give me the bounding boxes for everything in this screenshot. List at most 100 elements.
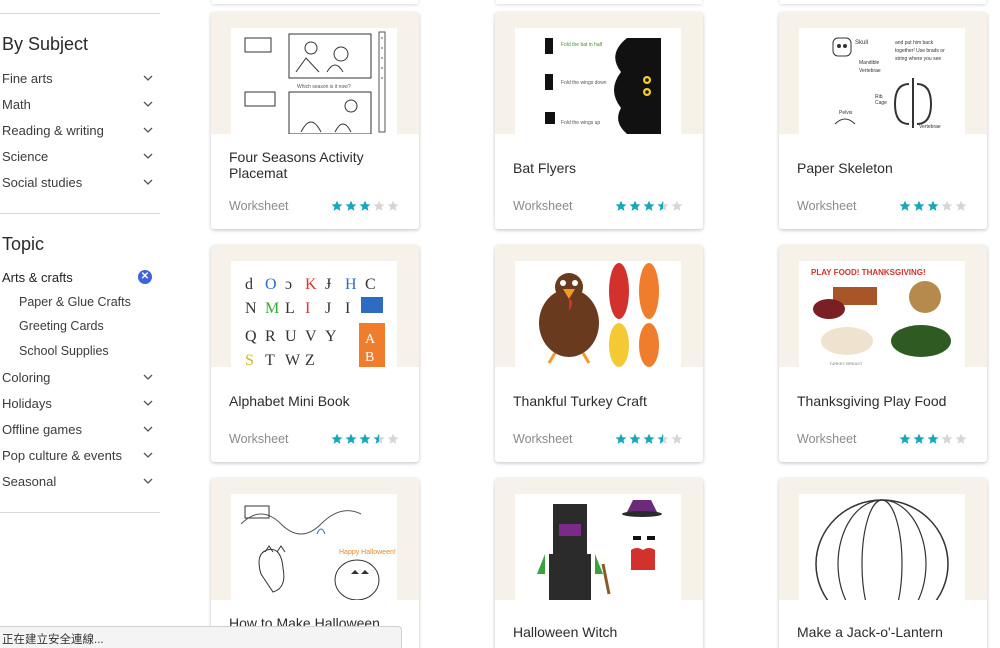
chevron-down-icon xyxy=(142,397,154,409)
chevron-down-icon xyxy=(142,150,154,162)
svg-text:L: L xyxy=(285,300,295,317)
star-icon xyxy=(345,433,357,444)
svg-text:M: M xyxy=(265,300,279,317)
subtopic-school-supplies[interactable]: School Supplies xyxy=(19,344,109,358)
thumbnail-image: dO ɔK ɈH C NM LI JI QR UV Y AB ST WZ xyxy=(231,261,397,367)
svg-text:together! Use brads or: together! Use brads or xyxy=(895,48,945,54)
svg-text:PLAY FOOD! THANKSGIVING!: PLAY FOOD! THANKSGIVING! xyxy=(811,268,926,277)
star-icon xyxy=(657,433,669,444)
subject-label: Science xyxy=(2,148,49,164)
star-icon xyxy=(387,200,399,211)
worksheet-card[interactable]: Which season is it now? Four Seasons Act… xyxy=(211,12,419,229)
star-icon xyxy=(359,200,371,211)
topic-arts-crafts[interactable]: Arts & crafts ✕ xyxy=(2,266,156,288)
star-rating xyxy=(899,433,967,445)
star-icon xyxy=(373,200,385,211)
svg-text:O: O xyxy=(265,276,277,293)
subject-social-studies[interactable]: Social studies xyxy=(2,171,156,193)
worksheet-card[interactable]: Skull Mandible Vertebrae and put him bac… xyxy=(779,12,987,229)
star-icon xyxy=(955,200,967,211)
svg-text:Pelvis: Pelvis xyxy=(839,110,853,116)
svg-text:K: K xyxy=(305,276,317,293)
subtopic-paper-glue[interactable]: Paper & Glue Crafts xyxy=(19,295,131,309)
worksheet-card[interactable]: Make a Jack-o'-Lantern xyxy=(779,478,987,648)
subject-label: Social studies xyxy=(2,174,83,190)
card-thumbnail: Which season is it now? xyxy=(211,12,419,134)
svg-text:I: I xyxy=(345,300,350,317)
card-thumbnail: Skull Mandible Vertebrae and put him bac… xyxy=(779,12,987,134)
chevron-down-icon xyxy=(142,449,154,461)
subject-label: Reading & writing xyxy=(2,122,104,138)
svg-text:Vertebrae: Vertebrae xyxy=(859,68,881,74)
topic-label: Offline games xyxy=(2,421,82,437)
star-icon xyxy=(899,200,911,211)
star-icon xyxy=(387,433,399,444)
card-title: Thankful Turkey Craft xyxy=(513,393,647,409)
star-icon xyxy=(955,433,967,444)
topic-offline-games[interactable]: Offline games xyxy=(2,418,156,440)
card-title: Make a Jack-o'-Lantern xyxy=(797,624,943,640)
star-icon xyxy=(359,433,371,444)
topic-heading: Topic xyxy=(2,234,45,254)
star-rating xyxy=(615,200,683,212)
star-icon xyxy=(927,200,939,211)
subject-fine-arts[interactable]: Fine arts xyxy=(2,67,156,89)
divider xyxy=(0,512,160,513)
topic-pop-culture[interactable]: Pop culture & events xyxy=(2,444,156,466)
worksheet-card[interactable]: Happy Halloween! How to Make Halloween xyxy=(211,478,419,648)
worksheet-card[interactable]: Fold the bat in half Fold the wings down… xyxy=(495,12,703,229)
resource-type: Worksheet xyxy=(513,432,573,446)
star-icon xyxy=(643,433,655,444)
thumbnail-image: Skull Mandible Vertebrae and put him bac… xyxy=(799,28,965,134)
topic-seasonal[interactable]: Seasonal xyxy=(2,470,156,492)
resource-type: Worksheet xyxy=(797,199,857,213)
worksheet-card[interactable]: PLAY FOOD! THANKSGIVING! TURKEY BREAST T… xyxy=(779,245,987,462)
svg-text:Mandible: Mandible xyxy=(859,60,880,66)
card-thumbnail: Happy Halloween! xyxy=(211,478,419,600)
subject-reading-writing[interactable]: Reading & writing xyxy=(2,119,156,141)
card-partial xyxy=(212,0,418,4)
clear-filter-icon[interactable]: ✕ xyxy=(138,270,152,284)
svg-text:d: d xyxy=(245,276,253,293)
subject-label: Fine arts xyxy=(2,70,53,86)
card-title: Paper Skeleton xyxy=(797,160,893,176)
topic-coloring[interactable]: Coloring xyxy=(2,366,156,388)
subject-heading: By Subject xyxy=(2,34,89,54)
topic-label: Seasonal xyxy=(2,473,57,489)
worksheet-card[interactable]: dO ɔK ɈH C NM LI JI QR UV Y AB ST WZ Alp… xyxy=(211,245,419,462)
star-icon xyxy=(615,433,627,444)
svg-text:U: U xyxy=(285,328,297,345)
filter-sidebar: By Subject Fine arts Math Reading & writ… xyxy=(0,0,160,648)
subject-math[interactable]: Math xyxy=(2,93,156,115)
worksheet-card[interactable]: Halloween Witch xyxy=(495,478,703,648)
topic-holidays[interactable]: Holidays xyxy=(2,392,156,414)
chevron-down-icon xyxy=(142,371,154,383)
svg-text:J: J xyxy=(325,300,331,317)
star-icon xyxy=(941,200,953,211)
svg-text:Fold the bat in half: Fold the bat in half xyxy=(561,42,603,48)
svg-text:Q: Q xyxy=(245,328,257,345)
star-icon xyxy=(671,200,683,211)
svg-text:Y: Y xyxy=(325,328,337,345)
svg-text:R: R xyxy=(265,328,276,345)
card-thumbnail: PLAY FOOD! THANKSGIVING! TURKEY BREAST xyxy=(779,245,987,367)
chevron-down-icon xyxy=(142,124,154,136)
worksheet-card[interactable]: Thankful Turkey Craft Worksheet xyxy=(495,245,703,462)
star-icon xyxy=(913,433,925,444)
svg-text:Skull: Skull xyxy=(855,40,868,46)
subject-science[interactable]: Science xyxy=(2,145,156,167)
star-icon xyxy=(373,433,385,444)
svg-text:V: V xyxy=(305,328,317,345)
star-icon xyxy=(331,200,343,211)
subtopic-greeting-cards[interactable]: Greeting Cards xyxy=(19,319,104,333)
star-icon xyxy=(927,433,939,444)
star-rating xyxy=(615,433,683,445)
svg-text:H: H xyxy=(345,276,357,293)
star-rating xyxy=(899,200,967,212)
chevron-down-icon xyxy=(142,72,154,84)
svg-text:Fold the wings down: Fold the wings down xyxy=(561,80,607,86)
divider xyxy=(0,13,160,14)
svg-text:B: B xyxy=(365,350,374,365)
svg-text:Vertebrae: Vertebrae xyxy=(919,124,941,130)
star-rating xyxy=(331,200,399,212)
